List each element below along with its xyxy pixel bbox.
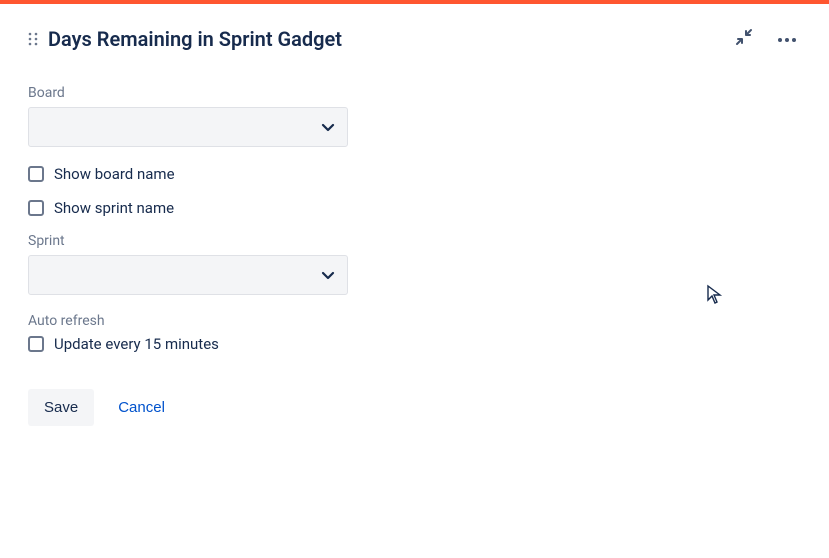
minimize-icon [735,28,753,49]
more-actions-button[interactable] [773,27,801,50]
sprint-field-section: Sprint [28,233,801,295]
show-sprint-name-checkbox[interactable] [28,200,44,216]
auto-refresh-checkbox[interactable] [28,336,44,352]
board-field-section: Board [28,85,801,147]
header-left: Days Remaining in Sprint Gadget [28,27,342,51]
auto-refresh-label: Auto refresh [28,313,801,329]
board-select[interactable] [28,107,348,147]
show-board-name-row: Show board name [28,165,801,183]
save-button[interactable]: Save [28,389,94,426]
sprint-label: Sprint [28,233,801,249]
show-sprint-name-label[interactable]: Show sprint name [54,199,174,217]
gadget-header: Days Remaining in Sprint Gadget [28,24,801,53]
board-label: Board [28,85,801,101]
cancel-button[interactable]: Cancel [118,399,165,416]
show-board-name-label[interactable]: Show board name [54,165,175,183]
drag-handle-icon[interactable] [28,32,38,46]
header-actions [731,24,801,53]
gadget-container: Days Remaining in Sprint Gadget [0,4,829,446]
gadget-title: Days Remaining in Sprint Gadget [48,27,342,51]
auto-refresh-section: Auto refresh Update every 15 minutes [28,313,801,353]
sprint-select[interactable] [28,255,348,295]
minimize-button[interactable] [731,24,757,53]
auto-refresh-row: Update every 15 minutes [28,335,801,353]
show-board-name-checkbox[interactable] [28,166,44,182]
more-icon [777,31,797,46]
auto-refresh-option-label[interactable]: Update every 15 minutes [54,335,219,353]
button-row: Save Cancel [28,389,801,426]
chevron-down-icon [321,266,335,285]
chevron-down-icon [321,118,335,137]
show-sprint-name-row: Show sprint name [28,199,801,217]
